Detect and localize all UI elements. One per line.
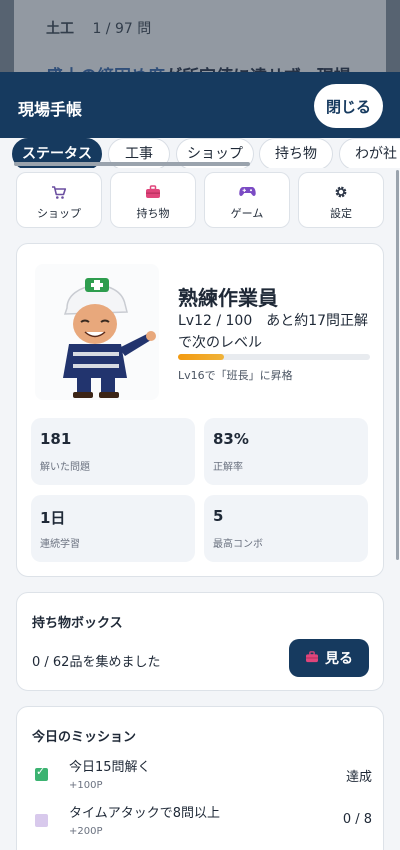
mission-item: タイムアタックで8問以上 +200P 0 / 8	[32, 802, 372, 846]
stat-accuracy: 83% 正解率	[204, 418, 368, 485]
quick-inventory-button[interactable]: 持ち物	[110, 172, 196, 228]
view-inventory-label: 見る	[325, 651, 353, 667]
status-card: 熟練作業員 Lv12 / 100 あと約17問正解で次のレベル Lv16で「班長…	[16, 243, 384, 577]
stat-label: 正解率	[213, 462, 243, 473]
missions-title: 今日のミッション	[32, 730, 137, 745]
close-button[interactable]: 閉じる	[314, 84, 383, 128]
tab-company[interactable]: わが社	[339, 138, 400, 168]
quick-shop-label: ショップ	[37, 207, 81, 220]
notebook-sheet: ステータス 工事 ショップ 持ち物 わが社 ショップ 持ち物 ゲーム 設定 熟練…	[0, 138, 400, 850]
toolbox-icon	[305, 651, 319, 667]
worker-avatar	[35, 264, 159, 400]
promotion-text: Lv16で「班長」に昇格	[178, 369, 293, 382]
stat-solved: 181 解いた問題	[31, 418, 195, 485]
inventory-card: 持ち物ボックス 0 / 62品を集めました 見る	[16, 592, 384, 691]
missions-card: 今日のミッション 今日15問解く +100P 達成 タイムアタックで8問以上 +…	[16, 706, 384, 850]
quick-game-label: ゲーム	[230, 207, 264, 220]
stat-label: 解いた問題	[40, 462, 90, 473]
notebook-header: 現場手帳 閉じる	[0, 72, 400, 138]
stat-streak: 1日 連続学習	[31, 495, 195, 562]
tab-inventory[interactable]: 持ち物	[259, 138, 333, 168]
cart-icon	[17, 185, 101, 201]
mission-text: 今日15問解く	[69, 760, 151, 775]
quick-game-button[interactable]: ゲーム	[204, 172, 290, 228]
view-inventory-button[interactable]: 見る	[289, 639, 369, 677]
quick-settings-button[interactable]: 設定	[298, 172, 384, 228]
quick-actions: ショップ 持ち物 ゲーム 設定	[16, 172, 384, 228]
toolbox-icon	[111, 185, 195, 201]
rank-title: 熟練作業員	[178, 286, 278, 310]
sheet-scrollbar[interactable]	[396, 170, 399, 560]
gear-icon	[299, 185, 383, 201]
mission-status: 達成	[345, 770, 372, 785]
mission-status: 0 / 8	[342, 812, 372, 827]
gamepad-icon	[205, 185, 289, 201]
tab-bar: ステータス 工事 ショップ 持ち物 わが社	[0, 138, 400, 168]
mission-points: +100P	[69, 780, 103, 791]
stat-value: 5	[213, 507, 224, 525]
notebook-title: 現場手帳	[18, 100, 83, 119]
mission-points: +200P	[69, 826, 103, 837]
stat-label: 連続学習	[40, 539, 80, 550]
stat-label: 最高コンボ	[213, 539, 263, 550]
xp-progress-bar	[178, 354, 370, 360]
level-text: Lv12 / 100 あと約17問正解で次のレベル	[178, 313, 369, 351]
tab-scrollbar[interactable]	[14, 162, 250, 166]
quick-settings-label: 設定	[330, 207, 352, 220]
mission-text: タイムアタックで8問以上	[69, 806, 221, 821]
stat-value: 83%	[213, 430, 249, 448]
checkbox-icon	[35, 814, 48, 827]
xp-progress-fill	[178, 354, 225, 360]
quick-shop-button[interactable]: ショップ	[16, 172, 102, 228]
stat-combo: 5 最高コンボ	[204, 495, 368, 562]
quick-inventory-label: 持ち物	[136, 207, 170, 220]
inventory-title: 持ち物ボックス	[32, 616, 123, 631]
mission-item: 今日15問解く +100P 達成	[32, 756, 372, 800]
inventory-count: 0 / 62品を集めました	[32, 655, 161, 670]
check-icon	[35, 765, 48, 781]
stat-value: 181	[40, 430, 72, 448]
stat-value: 1日	[40, 509, 66, 527]
